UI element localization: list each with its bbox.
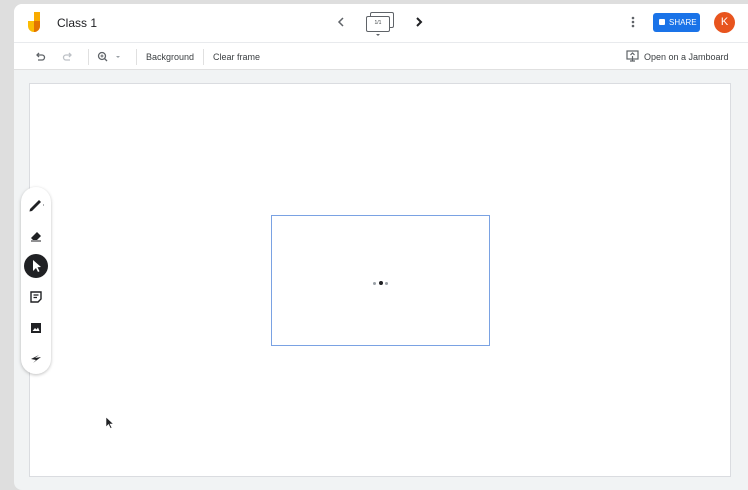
undo-button[interactable] xyxy=(32,48,48,66)
next-frame-button[interactable] xyxy=(412,14,426,30)
chevron-right-icon xyxy=(416,17,423,27)
laser-tool[interactable] xyxy=(24,347,48,371)
jamboard-logo xyxy=(28,12,40,32)
lock-icon xyxy=(659,19,665,25)
toolbar-divider xyxy=(88,49,89,65)
dropdown-icon xyxy=(376,34,380,36)
toolbar: Background Clear frame Open on a Jamboar… xyxy=(14,42,748,70)
pen-tool[interactable] xyxy=(24,192,48,216)
toolbar-divider xyxy=(136,49,137,65)
background-button[interactable]: Background xyxy=(146,48,194,66)
more-options-button[interactable] xyxy=(628,14,638,30)
cast-icon xyxy=(626,50,639,62)
avatar[interactable]: K xyxy=(714,12,735,33)
sticky-note-icon xyxy=(30,291,42,303)
image-tool[interactable] xyxy=(24,316,48,340)
tool-rail xyxy=(21,187,51,374)
select-tool[interactable] xyxy=(24,254,48,278)
clear-frame-button[interactable]: Clear frame xyxy=(213,48,260,66)
select-icon xyxy=(33,260,41,272)
toolbar-divider xyxy=(203,49,204,65)
top-bar: Class 1 1/1 SHARE K xyxy=(14,4,748,42)
eraser-icon xyxy=(31,232,41,242)
previous-frame-button[interactable] xyxy=(334,14,348,30)
redo-icon xyxy=(62,52,72,61)
share-button[interactable]: SHARE xyxy=(653,13,700,32)
pen-icon xyxy=(29,200,44,212)
jamboard-window: Class 1 1/1 SHARE K Background Clear fra… xyxy=(14,4,748,490)
laser-icon xyxy=(31,355,41,363)
undo-icon xyxy=(36,52,46,61)
zoom-button[interactable] xyxy=(96,48,124,66)
open-on-jamboard-label: Open on a Jamboard xyxy=(644,52,729,62)
eraser-tool[interactable] xyxy=(24,223,48,247)
open-on-jamboard-button[interactable]: Open on a Jamboard xyxy=(626,48,729,66)
chevron-left-icon xyxy=(337,17,344,27)
zoom-in-icon xyxy=(97,51,120,62)
redo-button[interactable] xyxy=(60,48,76,66)
more-vert-icon xyxy=(631,16,635,28)
mouse-cursor xyxy=(106,417,114,429)
sticky-note-tool[interactable] xyxy=(24,285,48,309)
share-label: SHARE xyxy=(669,18,697,27)
frame-bar-toggle[interactable]: 1/1 xyxy=(366,12,394,36)
image-icon xyxy=(31,323,41,333)
loading-indicator xyxy=(373,281,389,285)
frame-indicator: 1/1 xyxy=(366,16,390,32)
page-title: Class 1 xyxy=(57,16,98,30)
